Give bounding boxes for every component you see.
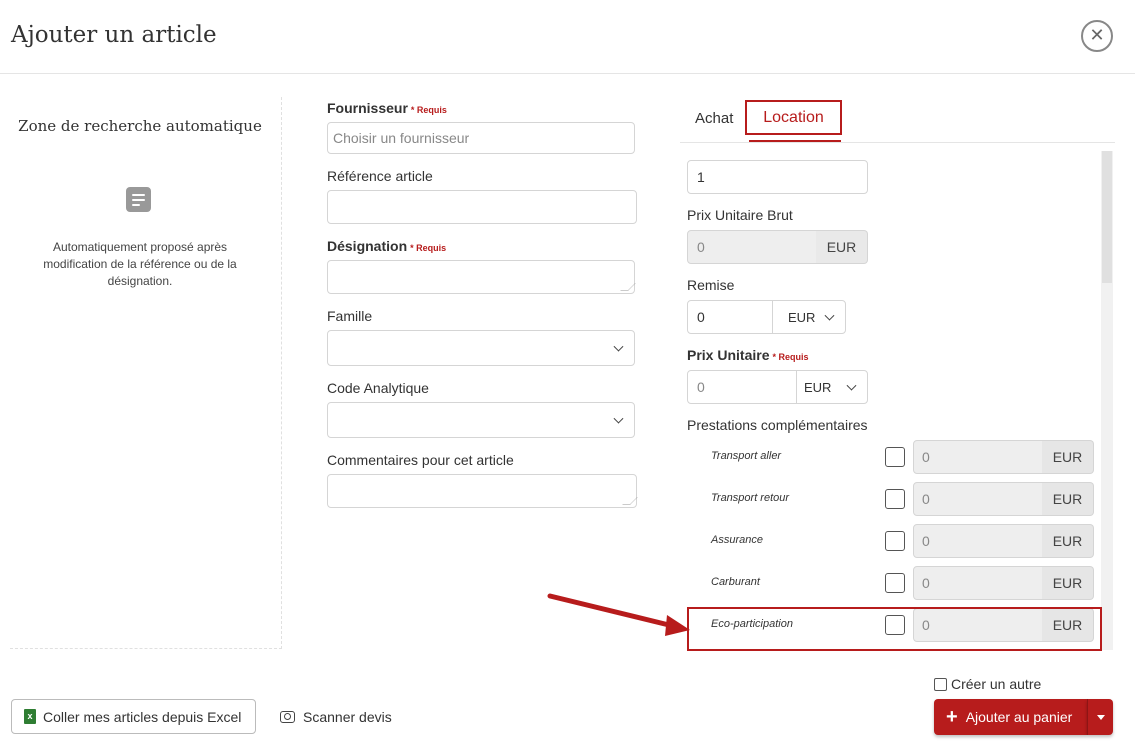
modal-header: Ajouter un article ✕: [0, 0, 1135, 74]
excel-icon: x: [24, 709, 36, 724]
scan-quote-button[interactable]: Scanner devis: [280, 699, 392, 734]
active-tab-indicator: [749, 140, 841, 142]
prix-unitaire-unit-select[interactable]: EUR: [796, 370, 868, 404]
create-another-label: Créer un autre: [951, 676, 1042, 692]
prestation-checkbox[interactable]: [885, 573, 905, 593]
prestation-checkbox[interactable]: [885, 447, 905, 467]
remise-unit-select[interactable]: EUR: [772, 300, 846, 334]
eco-participation-highlight: [687, 607, 1102, 651]
prestation-amount-input[interactable]: 0: [913, 566, 1043, 600]
scrollbar[interactable]: [1101, 151, 1113, 650]
quantity-input[interactable]: 1: [687, 160, 868, 194]
prestation-amount-input[interactable]: 0: [913, 524, 1043, 558]
prestation-amount-input[interactable]: 0: [913, 440, 1043, 474]
chevron-down-icon: [613, 341, 624, 352]
auto-search-title: Zone de recherche automatique: [18, 117, 262, 135]
prestation-label: Transport aller: [711, 450, 782, 462]
prestation-unit: EUR: [1042, 482, 1094, 516]
remise-input[interactable]: 0: [687, 300, 773, 334]
paste-excel-button[interactable]: x Coller mes articles depuis Excel: [11, 699, 256, 734]
prestation-label: Assurance: [711, 534, 763, 546]
prix-unitaire-brut-label: Prix Unitaire Brut: [687, 207, 793, 223]
code-analytique-select[interactable]: [327, 402, 635, 438]
prestation-checkbox[interactable]: [885, 489, 905, 509]
add-to-cart-dropdown[interactable]: [1087, 699, 1113, 735]
chevron-down-icon: [613, 413, 624, 424]
famille-label: Famille: [327, 308, 373, 324]
chevron-down-icon: [846, 380, 857, 391]
prestation-row-transport-retour: Transport retour 0 EUR: [688, 482, 1098, 516]
add-to-cart-button[interactable]: + Ajouter au panier: [934, 699, 1087, 735]
scrollbar-thumb[interactable]: [1102, 151, 1112, 283]
prestation-checkbox[interactable]: [885, 531, 905, 551]
prestation-unit: EUR: [1042, 566, 1094, 600]
required-tag: * Requis: [410, 243, 447, 253]
prix-unitaire-brut-unit: EUR: [816, 230, 868, 264]
create-another-checkbox[interactable]: [934, 677, 947, 691]
reference-label: Référence article: [327, 168, 433, 184]
modal-title: Ajouter un article: [11, 22, 217, 48]
prix-unitaire-input[interactable]: 0: [687, 370, 797, 404]
tab-location[interactable]: Location: [745, 100, 842, 135]
prestation-unit: EUR: [1042, 440, 1094, 474]
designation-label: Désignation * Requis: [327, 238, 447, 254]
commentaires-label: Commentaires pour cet article: [327, 452, 514, 468]
close-icon[interactable]: ✕: [1081, 20, 1113, 52]
annotation-arrow-icon: [547, 593, 690, 636]
prestations-label: Prestations complémentaires: [687, 417, 868, 433]
required-tag: * Requis: [410, 105, 447, 115]
chevron-down-icon: [824, 310, 835, 321]
fournisseur-label: Fournisseur * Requis: [327, 100, 447, 116]
plus-icon: +: [946, 706, 958, 728]
document-icon: [126, 187, 151, 212]
auto-search-text: Automatiquement proposé après modificati…: [43, 240, 237, 288]
prestation-row-carburant: Carburant 0 EUR: [688, 566, 1098, 600]
camera-icon: [280, 710, 295, 723]
commentaires-textarea[interactable]: [327, 474, 638, 508]
remise-label: Remise: [687, 277, 735, 293]
prestation-amount-input[interactable]: 0: [913, 482, 1043, 516]
prix-unitaire-label: Prix Unitaire * Requis: [687, 347, 809, 363]
prix-unitaire-brut-input[interactable]: 0: [687, 230, 817, 264]
fournisseur-input[interactable]: Choisir un fournisseur: [327, 122, 635, 154]
create-another-option[interactable]: Créer un autre: [934, 676, 1041, 692]
designation-textarea[interactable]: [327, 260, 636, 294]
prestation-label: Transport retour: [711, 492, 790, 504]
prestation-row-transport-aller: Transport aller 0 EUR: [688, 440, 1098, 474]
prestation-label: Carburant: [711, 576, 760, 588]
tab-bar: Achat Location: [680, 100, 1115, 143]
auto-search-zone: Zone de recherche automatique Automatiqu…: [10, 97, 282, 649]
code-analytique-label: Code Analytique: [327, 380, 429, 396]
required-tag: * Requis: [772, 352, 809, 362]
prestation-unit: EUR: [1042, 524, 1094, 558]
tab-achat[interactable]: Achat: [695, 110, 733, 127]
reference-input[interactable]: [327, 190, 637, 224]
prestation-row-assurance: Assurance 0 EUR: [688, 524, 1098, 558]
famille-select[interactable]: [327, 330, 635, 366]
